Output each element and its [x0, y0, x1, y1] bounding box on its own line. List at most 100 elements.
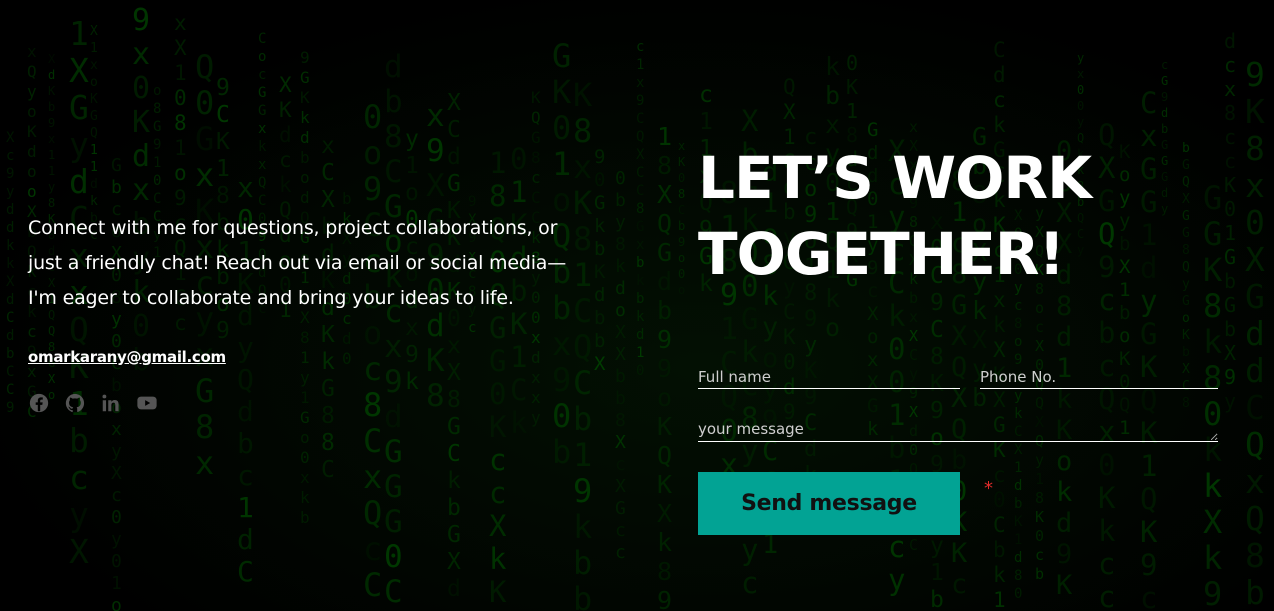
matrix-glyph: y: [69, 125, 89, 164]
matrix-glyph: c: [1014, 298, 1022, 314]
matrix-glyph: 1: [90, 160, 98, 175]
linkedin-link[interactable]: [100, 392, 122, 414]
matrix-glyph: G: [258, 85, 266, 101]
matrix-glyph: K: [48, 84, 56, 98]
matrix-glyph: y: [48, 180, 55, 194]
matrix-glyph: 0: [615, 168, 626, 189]
matrix-glyph: 1: [552, 145, 571, 183]
matrix-glyph: K: [552, 73, 572, 111]
matrix-glyph: 9: [300, 48, 310, 67]
matrix-glyph: 8: [174, 111, 187, 135]
matrix-glyph: d: [447, 144, 461, 170]
matrix-glyph: G: [153, 119, 161, 135]
matrix-glyph: Q: [636, 129, 644, 145]
matrix-glyph: 1: [237, 491, 254, 524]
matrix-glyph: d: [1245, 351, 1265, 390]
email-link[interactable]: omarkarany@gmail.com: [28, 348, 226, 366]
matrix-glyph: 0: [363, 98, 382, 136]
matrix-glyph: C: [573, 364, 592, 402]
matrix-glyph: X: [69, 532, 89, 571]
matrix-glyph: C: [258, 193, 266, 209]
matrix-glyph: k: [636, 273, 645, 289]
contact-form-section: LET’S WORK TOGETHER! Send message *: [698, 140, 1218, 535]
matrix-glyph: K: [300, 88, 310, 107]
matrix-glyph: 9: [657, 325, 672, 354]
facebook-link[interactable]: [28, 392, 50, 414]
matrix-glyph: 0: [132, 71, 150, 106]
matrix-glyph: 9: [930, 290, 944, 316]
matrix-glyph: o: [27, 102, 37, 121]
matrix-glyph: 8: [1203, 287, 1222, 325]
matrix-glyph: c: [279, 148, 292, 172]
message-textarea[interactable]: [698, 418, 1218, 442]
matrix-glyph: b: [615, 366, 626, 387]
github-link[interactable]: [64, 392, 86, 414]
matrix-glyph: X: [48, 52, 56, 66]
matrix-glyph: x: [237, 171, 254, 204]
matrix-glyph: k: [489, 542, 507, 576]
matrix-glyph: c: [636, 39, 644, 55]
matrix-glyph: Q: [573, 328, 592, 366]
matrix-glyph: X: [993, 338, 1006, 362]
matrix-glyph: y: [111, 529, 122, 550]
matrix-glyph: o: [27, 162, 37, 181]
matrix-glyph: b: [636, 255, 644, 271]
matrix-glyph: k: [825, 52, 840, 81]
matrix-glyph: G: [258, 103, 266, 119]
matrix-glyph: X: [615, 476, 626, 497]
matrix-glyph: X: [867, 303, 879, 325]
matrix-glyph: G: [1224, 293, 1236, 317]
send-message-button[interactable]: Send message: [698, 472, 960, 535]
matrix-glyph: Q: [783, 75, 796, 99]
matrix-glyph: X: [447, 90, 461, 116]
matrix-glyph: K: [489, 575, 507, 609]
matrix-glyph: C: [321, 457, 335, 483]
matrix-glyph: K: [846, 75, 858, 99]
matrix-glyph: K: [951, 538, 968, 569]
full-name-input[interactable]: [698, 365, 960, 389]
matrix-glyph: C: [363, 422, 382, 460]
matrix-glyph: o: [90, 75, 98, 90]
matrix-glyph: 1: [405, 153, 419, 179]
matrix-glyph: o: [657, 383, 672, 412]
matrix-glyph: k: [1203, 323, 1222, 361]
matrix-glyph: x: [111, 419, 122, 440]
matrix-glyph: X: [909, 327, 918, 345]
required-indicator: *: [984, 478, 993, 499]
matrix-glyph: K: [1056, 570, 1073, 601]
matrix-glyph: 0: [888, 332, 905, 366]
matrix-glyph: 1: [153, 155, 161, 171]
matrix-glyph: C: [447, 441, 461, 467]
matrix-glyph: b: [594, 238, 605, 260]
matrix-glyph: 9: [594, 146, 605, 168]
matrix-glyph: k: [6, 238, 15, 254]
youtube-icon: [137, 396, 157, 410]
matrix-glyph: c: [237, 459, 254, 492]
matrix-glyph: y: [1224, 389, 1236, 413]
matrix-glyph: C: [636, 183, 644, 199]
matrix-glyph: G: [951, 290, 967, 321]
matrix-glyph: o: [363, 134, 382, 172]
matrix-glyph: 9: [216, 75, 230, 101]
matrix-glyph: 8: [48, 196, 55, 210]
matrix-glyph: 8: [573, 112, 592, 150]
matrix-glyph: d: [1245, 314, 1265, 353]
matrix-glyph: K: [657, 470, 672, 499]
matrix-glyph: 1: [48, 148, 55, 162]
matrix-glyph: c: [741, 566, 758, 600]
matrix-glyph: Q: [1245, 499, 1265, 538]
matrix-glyph: x: [825, 110, 840, 139]
matrix-glyph: 0: [678, 267, 685, 281]
matrix-glyph: G: [1140, 317, 1157, 351]
matrix-glyph: K: [531, 88, 541, 107]
matrix-glyph: C: [1245, 388, 1265, 427]
matrix-glyph: c: [489, 476, 506, 510]
matrix-glyph: c: [951, 569, 967, 600]
phone-input[interactable]: [980, 365, 1218, 389]
matrix-glyph: G: [90, 109, 98, 124]
intro-text: Connect with me for questions, project c…: [28, 217, 567, 309]
matrix-glyph: o: [258, 49, 266, 65]
youtube-link[interactable]: [136, 392, 158, 414]
matrix-glyph: x: [426, 98, 445, 134]
matrix-glyph: 8: [321, 430, 335, 456]
